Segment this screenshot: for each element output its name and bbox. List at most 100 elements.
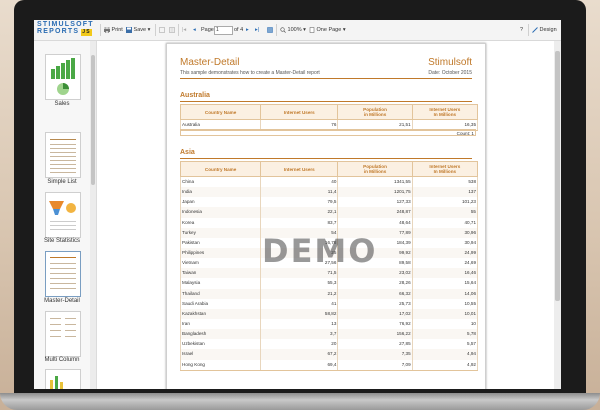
thumbnail-line	[50, 152, 76, 153]
value-cell: 55,3	[260, 278, 339, 289]
report-company: Stimulsoft	[428, 57, 472, 68]
viewer-screen: STIMULSOFT REPORTS JS Print Save ▾ |◂ ◂ P…	[34, 20, 561, 389]
value-cell: 5,78	[411, 329, 479, 340]
thumbnail-label[interactable]: Master-Detail	[34, 298, 90, 304]
value-cell: 7,35	[337, 349, 413, 360]
thumbnail-line	[50, 164, 76, 165]
parameters-button[interactable]	[169, 26, 175, 35]
value-cell: 40,71	[411, 217, 479, 228]
table-row: Japan 79,5 127,33 101,23	[179, 197, 479, 208]
sidebar-scrollbar[interactable]	[90, 41, 96, 389]
value-cell: 30,94	[411, 237, 479, 248]
table-row: China 40 1341,55 538	[179, 176, 479, 188]
thumbnail-line	[50, 324, 61, 325]
thumbnail-next-report[interactable]	[45, 369, 81, 389]
next-page-button[interactable]: ▸	[246, 26, 249, 35]
table-row: Hong Kong 69,4 7,09 4,92	[179, 359, 479, 371]
chevron-down-icon: ▾	[147, 27, 151, 33]
thumbnail-simple-list[interactable]	[45, 132, 81, 178]
country-cell: Kazakhstan	[179, 308, 262, 319]
page-number-field[interactable]: 1	[214, 26, 233, 35]
design-button[interactable]: Design	[532, 26, 557, 35]
thumbnail-line	[50, 268, 76, 269]
value-cell: 30,96	[411, 227, 479, 238]
thumbnail-site-statistics[interactable]	[45, 192, 81, 238]
value-cell: 10	[411, 318, 479, 330]
value-cell: 21,2	[260, 288, 339, 299]
value-cell: 3,7	[260, 329, 339, 340]
thumbnail-line	[50, 139, 76, 140]
report-title: Master-Detail	[180, 57, 240, 68]
stimulsoft-logo: STIMULSOFT REPORTS JS	[37, 21, 94, 36]
zoom-dropdown[interactable]: 100% ▾	[280, 26, 306, 35]
chevron-left-icon: ◂	[193, 27, 196, 33]
thumbnail-label[interactable]: Sales	[34, 101, 90, 107]
thumbnail-sales[interactable]	[45, 54, 81, 100]
table-row: Israel 67,2 7,35 4,94	[179, 349, 479, 360]
value-cell: 15,64	[411, 278, 479, 289]
value-cell: 25,73	[337, 298, 413, 309]
first-page-icon: |◂	[182, 27, 187, 33]
column-header: Country Name	[179, 161, 262, 177]
table-row: Bangladesh 3,7 156,22 5,78	[179, 329, 479, 340]
value-cell: 41	[260, 298, 339, 309]
last-page-button[interactable]: ▸|	[255, 26, 259, 35]
value-cell: 137	[411, 187, 479, 198]
value-cell: 1201,75	[337, 187, 413, 198]
table-row: Saudi Arabia 41 25,73 10,55	[179, 298, 479, 309]
thumbnail-line	[50, 283, 76, 284]
table-row: India 11,4 1201,75 137	[179, 187, 479, 198]
value-cell: 538	[411, 176, 479, 188]
value-cell: 5,57	[411, 339, 479, 350]
toolbar-separator	[100, 24, 101, 36]
value-cell: 156,22	[337, 329, 413, 340]
table-row: Kazakhstan 58,82 17,02 10,01	[179, 308, 479, 319]
full-screen-button[interactable]	[267, 26, 273, 35]
column-header: Population in Millions	[337, 161, 413, 177]
bookmarks-button[interactable]	[159, 26, 165, 35]
toolbar-separator	[155, 24, 156, 36]
help-button[interactable]: ?	[520, 26, 523, 35]
chevron-down-icon: ▾	[342, 27, 346, 33]
print-button[interactable]: Print	[104, 26, 123, 35]
value-cell: 4,92	[411, 359, 479, 371]
report-thumbnail-sidebar: Sales Simple List Site Statistics Master…	[34, 41, 97, 389]
thumbnail-line	[50, 288, 76, 289]
report-scrollbar[interactable]	[554, 41, 561, 389]
column-header: Internet Users	[260, 161, 339, 177]
thumbnail-line	[50, 156, 76, 157]
view-mode-dropdown[interactable]: One Page ▾	[309, 26, 346, 35]
thumbnail-multi-column[interactable]	[45, 311, 81, 357]
value-cell: 10,01	[411, 308, 479, 319]
thumbnail-line	[50, 168, 76, 169]
monitor-stand	[0, 393, 600, 410]
value-cell: 14,06	[411, 288, 479, 299]
value-cell: 48,64	[337, 217, 413, 228]
thumbnail-label[interactable]: Multi Column	[34, 357, 90, 363]
value-cell: 28,26	[337, 278, 413, 289]
previous-page-button[interactable]: ◂	[193, 26, 196, 35]
column-header: Country Name	[179, 104, 262, 120]
value-cell: 66,32	[337, 288, 413, 299]
country-cell: India	[179, 187, 262, 198]
thumbnail-master-detail[interactable]	[45, 251, 81, 297]
full-screen-icon	[267, 26, 273, 33]
value-cell: 1341,55	[337, 176, 413, 188]
sales-chart-preview	[51, 58, 75, 95]
thumbnail-line	[50, 160, 76, 161]
design-icon	[532, 26, 538, 33]
thumbnail-label[interactable]: Site Statistics	[34, 238, 90, 244]
country-cell: Uzbekistan	[179, 339, 262, 350]
value-cell: 20	[260, 339, 339, 350]
thumbnail-line	[50, 336, 61, 337]
chevron-down-icon: ▾	[303, 27, 306, 33]
report-scrollbar-thumb[interactable]	[555, 51, 560, 301]
country-cell: Vietnam	[179, 258, 262, 269]
value-cell: 127,33	[337, 197, 413, 208]
first-page-button[interactable]: |◂	[182, 26, 186, 35]
sidebar-scrollbar-thumb[interactable]	[91, 55, 95, 185]
value-cell: 248,87	[337, 207, 413, 218]
save-button[interactable]: Save ▾	[126, 26, 150, 35]
thumbnail-line	[65, 318, 76, 319]
thumbnail-label[interactable]: Simple List	[34, 179, 90, 185]
